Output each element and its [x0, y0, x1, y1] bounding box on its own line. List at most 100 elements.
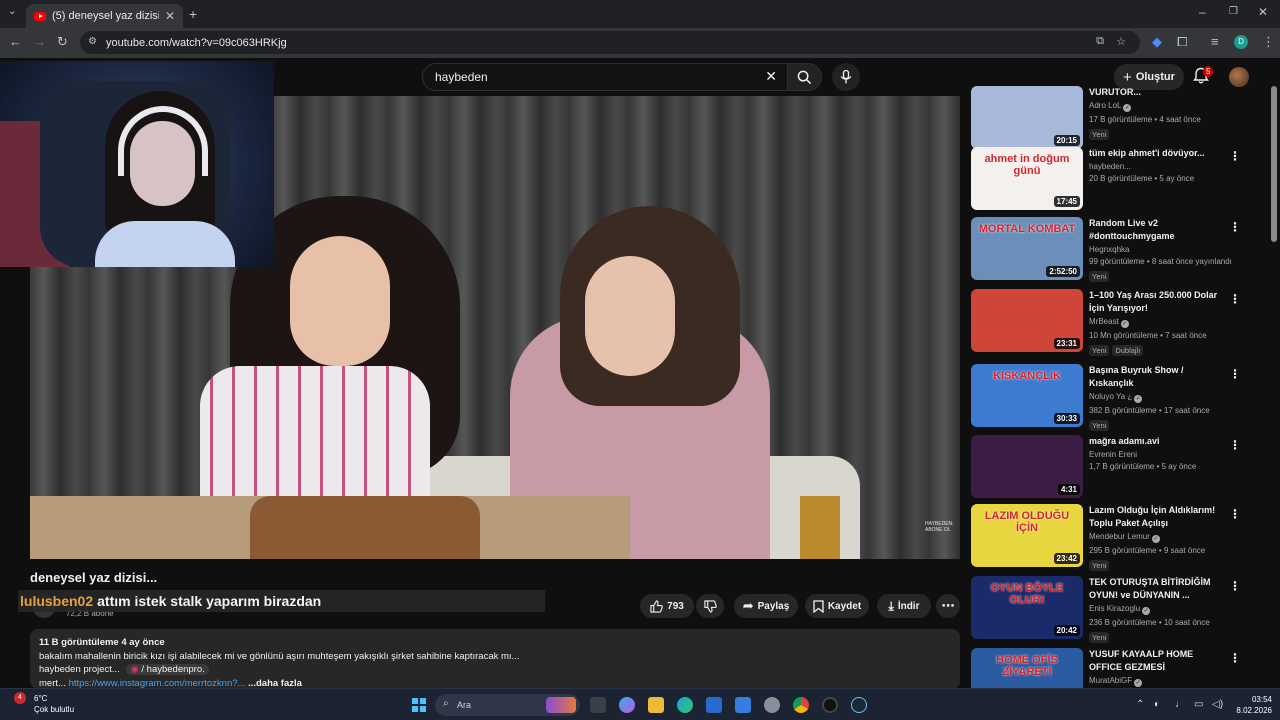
task-view-icon[interactable] — [590, 697, 606, 713]
recommendation-thumbnail[interactable]: OYUN BÖYLE OLUR! 20:42 — [971, 576, 1083, 639]
recommendation-channel[interactable]: MrBeast ✓ — [1089, 317, 1227, 328]
recommendation-menu-icon[interactable]: ⋮ — [1229, 221, 1241, 233]
recommendation-channel[interactable]: MuratAbiGF ✓ — [1089, 676, 1227, 687]
install-app-icon[interactable]: ⧉ — [1096, 35, 1104, 48]
recommendation-channel[interactable]: Noluyo Ya ¿ ✓ — [1089, 392, 1227, 403]
taskbar-search[interactable]: ⌕ Ara — [435, 694, 580, 716]
extension-icon[interactable]: ◆ — [1152, 34, 1162, 50]
recommendation-title[interactable]: tüm ekip ahmet'i dövüyor... — [1089, 147, 1227, 160]
weather-widget[interactable]: 6°C Çok bulutlu — [12, 693, 74, 715]
recommendation-title[interactable]: YUSUF KAYAALP HOME OFFICE GEZMESİ @Yusuf… — [1089, 648, 1227, 674]
recommendation-menu-icon[interactable]: ⋮ — [1229, 508, 1241, 520]
recommendation-item[interactable]: ahmet in doğum günü 17:45 tüm ekip ahmet'i… — [971, 147, 1241, 213]
profile-avatar[interactable]: D — [1234, 35, 1248, 49]
microphone-tray-icon[interactable]: ♩ — [1175, 699, 1185, 710]
instagram-link[interactable]: https://www.instagram.com/merrtozknn?... — [69, 678, 246, 689]
settings-gear-icon[interactable] — [764, 697, 780, 713]
bookmark-star-icon[interactable]: ☆ — [1116, 35, 1126, 48]
video-duration: 2:52:50 — [1046, 266, 1080, 277]
recommendation-channel[interactable]: haybeden... — [1089, 162, 1227, 171]
recommendation-item[interactable]: LAZIM OLDUĞU İÇİN 23:42 Lazım Olduğu İçin … — [971, 504, 1241, 571]
clear-search-icon[interactable]: ✕ — [765, 68, 777, 85]
tab-close-icon[interactable]: ✕ — [165, 9, 175, 23]
video-frame-chair — [800, 496, 840, 559]
recommendation-item[interactable]: MORTAL KOMBAT 2:52:50 Random Live v2 #dont… — [971, 217, 1241, 283]
recommendation-channel[interactable]: Adro LoL ✓ — [1089, 101, 1227, 112]
reload-icon[interactable]: ↻ — [57, 34, 68, 50]
copilot-icon[interactable] — [619, 697, 635, 713]
recommendation-menu-icon[interactable]: ⋮ — [1229, 150, 1241, 162]
recommendation-item[interactable]: 20:15 VURUTOR... Adro LoL ✓ 17 B görüntüleme… — [971, 86, 1241, 152]
voice-search-button[interactable] — [832, 63, 860, 91]
page-scrollbar[interactable] — [1271, 86, 1277, 242]
share-button[interactable]: ➦ Paylaş — [734, 594, 798, 618]
recommendation-channel[interactable]: Hegnxqhka — [1089, 245, 1227, 254]
microsoft-store-icon[interactable] — [706, 697, 722, 713]
browser-menu-icon[interactable]: ⋮ — [1262, 34, 1275, 50]
chrome-icon[interactable] — [793, 697, 809, 713]
close-window-icon[interactable]: ✕ — [1258, 6, 1268, 18]
recommendation-title[interactable]: TEK OTURUŞTA BİTİRDİĞİM OYUN! ve DÜNYANI… — [1089, 576, 1227, 602]
recommendation-menu-icon[interactable]: ⋮ — [1229, 293, 1241, 305]
forward-icon[interactable]: → — [33, 34, 46, 49]
network-icon[interactable]: ▭ — [1194, 699, 1203, 710]
recommendation-channel[interactable]: Enis Kirazoglu ✓ — [1089, 604, 1227, 615]
address-bar[interactable]: ⚙ youtube.com/watch?v=09c063HRKjg ⧉ ☆ — [80, 31, 1140, 54]
media-controls-icon[interactable]: ≡ — [1211, 34, 1219, 49]
back-icon[interactable]: ← — [9, 34, 22, 49]
recommendation-thumbnail[interactable]: LAZIM OLDUĞU İÇİN 23:42 — [971, 504, 1083, 567]
obs-icon[interactable] — [822, 697, 838, 713]
mail-icon[interactable] — [735, 697, 751, 713]
minimize-window-icon[interactable]: – — [1199, 6, 1206, 18]
thumbnail-text: HOME OFİS ZİYARETİ — [996, 654, 1058, 678]
recommendation-thumbnail[interactable]: KISKANÇLIK 30:33 — [971, 364, 1083, 427]
recommendation-thumbnail[interactable]: ahmet in doğum günü 17:45 — [971, 147, 1083, 210]
tray-app-icon[interactable]: ◐ — [1154, 699, 1160, 710]
instagram-handle-chip[interactable]: ◉ / haybedenpro. — [126, 664, 209, 675]
recommendation-channel[interactable]: Evrenin Ereni — [1089, 450, 1227, 459]
recommendation-item[interactable]: 4:31 mağra adamı.avi Evrenin Ereni 1,7 B gö… — [971, 435, 1241, 501]
volume-icon[interactable]: ◁) — [1212, 699, 1223, 710]
recommendation-menu-icon[interactable]: ⋮ — [1229, 580, 1241, 592]
recommendation-item[interactable]: OYUN BÖYLE OLUR! 20:42 TEK OTURUŞTA BİTİRD… — [971, 576, 1241, 643]
recommendation-title[interactable]: Lazım Olduğu İçin Aldıklarım! Toplu Pake… — [1089, 504, 1227, 530]
more-actions-icon[interactable]: ⋯ — [936, 594, 960, 618]
download-button[interactable]: ⤓ İndir — [877, 594, 931, 618]
recommendation-menu-icon[interactable]: ⋮ — [1229, 368, 1241, 380]
recommendation-thumbnail[interactable]: 20:15 — [971, 86, 1083, 149]
account-avatar[interactable] — [1229, 67, 1249, 87]
recommendation-title[interactable]: 1–100 Yaş Arası 250.000 Dolar İçin Yarış… — [1089, 289, 1227, 315]
like-button[interactable]: 793 — [640, 594, 694, 618]
site-info-icon[interactable]: ⚙ — [88, 36, 97, 47]
recommendation-item[interactable]: KISKANÇLIK 30:33 Başına Buyruk Show / Kısk… — [971, 364, 1241, 431]
show-more-link[interactable]: ...daha fazla — [248, 678, 302, 689]
tab-search-icon[interactable]: ⌄ — [8, 7, 16, 17]
video-description[interactable]: 11 B görüntüleme 4 ay önce bakalım mahal… — [30, 629, 960, 689]
search-button[interactable] — [788, 63, 822, 91]
extensions-puzzle-icon[interactable]: ⧠ — [1177, 34, 1187, 50]
recommendation-channel[interactable]: Mendebur Lemur ✓ — [1089, 532, 1227, 543]
recommendation-thumbnail[interactable]: 23:31 — [971, 289, 1083, 352]
save-button[interactable]: Kaydet — [805, 594, 869, 618]
dislike-button[interactable] — [696, 594, 724, 618]
system-clock[interactable]: 03:54 8.02.2026 — [1228, 694, 1272, 716]
windows-start-icon[interactable] — [412, 698, 426, 712]
search-input[interactable]: haybeden ✕ — [422, 63, 788, 91]
file-explorer-icon[interactable] — [648, 697, 664, 713]
recommendation-title[interactable]: VURUTOR... — [1089, 86, 1227, 99]
recommendation-title[interactable]: mağra adamı.avi — [1089, 435, 1227, 448]
tray-overflow-icon[interactable]: ⌃ — [1136, 699, 1144, 710]
recommendation-thumbnail[interactable]: MORTAL KOMBAT 2:52:50 — [971, 217, 1083, 280]
browser-tab[interactable]: (5) deneysel yaz dizisi... - YouTube ✕ — [26, 4, 183, 28]
recommendation-item[interactable]: 23:31 1–100 Yaş Arası 250.000 Dolar İçin … — [971, 289, 1241, 356]
restore-window-icon[interactable]: ❐ — [1229, 7, 1238, 17]
recommendation-title[interactable]: Başına Buyruk Show / Kıskançlık — [1089, 364, 1227, 390]
thumbnail-text: LAZIM OLDUĞU İÇİN — [984, 510, 1070, 534]
recommendation-menu-icon[interactable]: ⋮ — [1229, 439, 1241, 451]
recommendation-title[interactable]: Random Live v2 #donttouchmygame — [1089, 217, 1227, 243]
edge-icon[interactable] — [677, 697, 693, 713]
recommendation-menu-icon[interactable]: ⋮ — [1229, 652, 1241, 664]
recommendation-thumbnail[interactable]: 4:31 — [971, 435, 1083, 498]
new-tab-icon[interactable]: + — [189, 7, 197, 21]
steam-icon[interactable] — [851, 697, 867, 713]
